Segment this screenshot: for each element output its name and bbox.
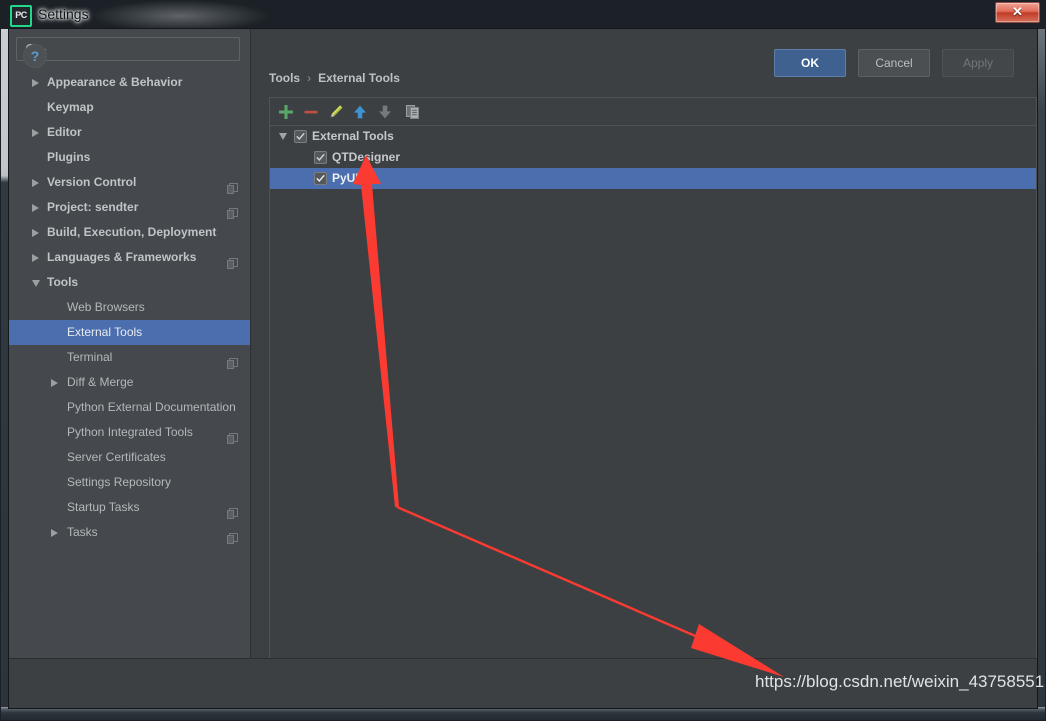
sidebar-item-label: Appearance & Behavior (47, 75, 183, 89)
window-title: Settings (38, 6, 89, 22)
checkbox[interactable] (294, 130, 307, 143)
tree-row-qtdesigner[interactable]: QTDesigner (270, 147, 1036, 168)
project-scope-icon (227, 502, 238, 519)
chevron-right-icon[interactable] (32, 179, 39, 187)
sidebar-item-label: Web Browsers (67, 300, 145, 314)
tree-row-label: QTDesigner (332, 150, 401, 164)
project-scope-icon (227, 252, 238, 269)
breadcrumb-separator-icon: › (307, 71, 312, 85)
sidebar-item-label: Terminal (67, 350, 113, 364)
settings-category-list: Appearance & Behavior Keymap Editor Plug… (9, 70, 250, 545)
settings-content-pane: Tools › External Tools External Tools QT… (251, 29, 1037, 685)
settings-sidebar: Appearance & Behavior Keymap Editor Plug… (9, 29, 251, 658)
copy-tool-button[interactable] (401, 98, 426, 125)
sidebar-item-label: Tools (47, 275, 79, 289)
window-border-right (1037, 29, 1045, 711)
sidebar-item-label: Python External Documentation (67, 400, 236, 414)
chevron-right-icon[interactable] (51, 379, 58, 387)
application-window: PC Settings ✕ Appearance & Behavior Keym… (0, 0, 1046, 721)
sidebar-item-server-certificates[interactable]: Server Certificates (9, 445, 250, 470)
edit-tool-button[interactable] (324, 98, 349, 125)
project-scope-icon (227, 527, 238, 544)
title-bar: PC Settings ✕ (0, 0, 1046, 29)
tree-row-label: PyUIC (332, 171, 368, 185)
sidebar-item-web-browsers[interactable]: Web Browsers (9, 295, 250, 320)
close-window-button[interactable]: ✕ (995, 2, 1040, 23)
project-scope-icon (227, 202, 238, 219)
sidebar-item-label: Tasks (67, 525, 98, 539)
sidebar-item-label: Keymap (47, 100, 94, 114)
sidebar-item-external-tools[interactable]: External Tools (9, 320, 250, 345)
sidebar-item-terminal[interactable]: Terminal (9, 345, 250, 370)
chevron-right-icon[interactable] (32, 254, 39, 262)
title-bar-glow (90, 0, 270, 29)
sidebar-item-plugins[interactable]: Plugins (9, 145, 250, 170)
add-tool-button[interactable] (274, 98, 299, 125)
breadcrumb: Tools › External Tools (269, 71, 400, 85)
breadcrumb-leaf: External Tools (318, 71, 400, 85)
sidebar-item-languages-frameworks[interactable]: Languages & Frameworks (9, 245, 250, 270)
sidebar-item-label: Settings Repository (67, 475, 172, 489)
sidebar-item-label: Build, Execution, Deployment (47, 225, 217, 239)
sidebar-item-tasks[interactable]: Tasks (9, 520, 250, 545)
sidebar-item-label: Project: sendter (47, 200, 139, 214)
chevron-down-icon[interactable] (32, 280, 40, 287)
pycharm-app-icon: PC (10, 5, 32, 27)
sidebar-item-version-control[interactable]: Version Control (9, 170, 250, 195)
sidebar-item-label: Editor (47, 125, 82, 139)
sidebar-item-label: External Tools (67, 325, 143, 339)
breadcrumb-root[interactable]: Tools (269, 71, 300, 85)
external-tools-panel: External Tools QTDesigner PyUIC (269, 97, 1037, 685)
help-button[interactable]: ? (23, 44, 47, 68)
chevron-down-icon[interactable] (279, 133, 287, 140)
external-tools-tree: External Tools QTDesigner PyUIC (270, 126, 1036, 189)
sidebar-item-appearance-behavior[interactable]: Appearance & Behavior (9, 70, 250, 95)
sidebar-item-label: Python Integrated Tools (67, 425, 193, 439)
tree-row-label: External Tools (312, 129, 394, 143)
sidebar-item-diff-merge[interactable]: Diff & Merge (9, 370, 250, 395)
close-icon: ✕ (1012, 4, 1023, 19)
checkbox[interactable] (314, 172, 327, 185)
sidebar-item-label: Diff & Merge (67, 375, 134, 389)
sidebar-item-label: Version Control (47, 175, 137, 189)
move-up-button[interactable] (348, 98, 373, 125)
sidebar-item-settings-repository[interactable]: Settings Repository (9, 470, 250, 495)
sidebar-item-tools[interactable]: Tools (9, 270, 250, 295)
checkbox[interactable] (314, 151, 327, 164)
apply-button: Apply (942, 49, 1014, 77)
sidebar-item-startup-tasks[interactable]: Startup Tasks (9, 495, 250, 520)
remove-tool-button[interactable] (299, 98, 324, 125)
chevron-right-icon[interactable] (32, 129, 39, 137)
project-scope-icon (227, 427, 238, 444)
move-down-button[interactable] (373, 98, 398, 125)
chevron-right-icon[interactable] (32, 204, 39, 212)
sidebar-item-build-execution-deployment[interactable]: Build, Execution, Deployment (9, 220, 250, 245)
external-tools-toolbar (270, 98, 1036, 126)
tree-row-pyuic[interactable]: PyUIC (270, 168, 1036, 189)
project-scope-icon (227, 352, 238, 369)
sidebar-item-editor[interactable]: Editor (9, 120, 250, 145)
sidebar-item-label: Languages & Frameworks (47, 250, 197, 264)
sidebar-item-label: Server Certificates (67, 450, 166, 464)
search-input[interactable] (16, 37, 240, 61)
project-scope-icon (227, 177, 238, 194)
sidebar-item-keymap[interactable]: Keymap (9, 95, 250, 120)
tree-row-group[interactable]: External Tools (270, 126, 1036, 147)
sidebar-item-label: Startup Tasks (67, 500, 140, 514)
ok-button[interactable]: OK (774, 49, 846, 77)
sidebar-item-label: Plugins (47, 150, 91, 164)
chevron-right-icon[interactable] (32, 79, 39, 87)
sidebar-item-python-integrated-tools[interactable]: Python Integrated Tools (9, 420, 250, 445)
sidebar-item-project-sendter[interactable]: Project: sendter (9, 195, 250, 220)
cancel-button[interactable]: Cancel (858, 49, 930, 77)
chevron-right-icon[interactable] (51, 529, 58, 537)
settings-dialog: Appearance & Behavior Keymap Editor Plug… (9, 29, 1037, 708)
chevron-right-icon[interactable] (32, 229, 39, 237)
watermark-text: https://blog.csdn.net/weixin_43758551 (755, 672, 1045, 691)
sidebar-item-python-external-documentation[interactable]: Python External Documentation (9, 395, 250, 420)
